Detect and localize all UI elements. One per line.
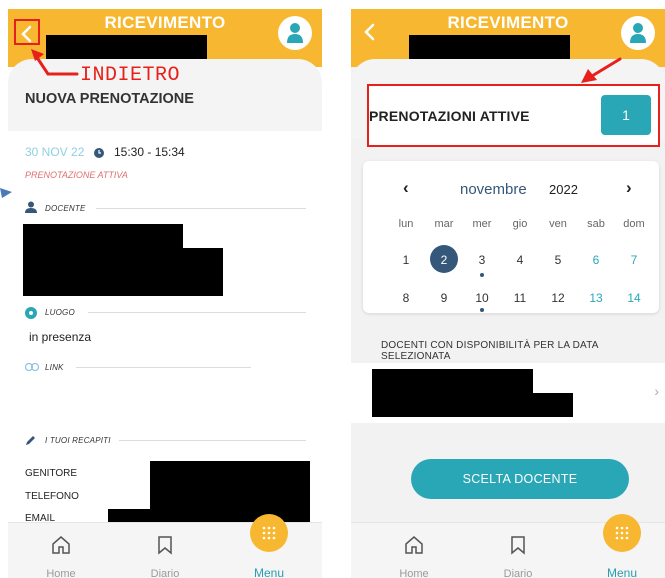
calendar-day[interactable]: 11 [502, 291, 538, 305]
docente-label: DOCENTE [45, 204, 86, 213]
nav-menu[interactable]: Menu [582, 514, 662, 578]
nav-home-label: Home [46, 568, 76, 578]
nav-home[interactable]: Home [374, 522, 454, 578]
header-title: RICEVIMENTO [104, 13, 226, 32]
calendar-day[interactable]: 13 [578, 291, 614, 305]
calendar-day[interactable]: 9 [426, 291, 462, 305]
redacted-teacher-3 [23, 272, 223, 296]
menu-grid-icon [262, 526, 276, 540]
weekday-mer: mer [472, 218, 492, 230]
booking-time: 15:30 - 15:34 [114, 145, 185, 159]
annotation-indietro: INDIETRO [80, 64, 181, 87]
calendar-day[interactable]: 5 [540, 253, 576, 267]
profile-button[interactable] [278, 16, 312, 50]
link-label: LINK [45, 363, 64, 372]
scelta-docente-button[interactable]: SCELTA DOCENTE [411, 459, 629, 499]
calendar-prev-button[interactable]: ‹ [403, 178, 409, 198]
divider [96, 208, 306, 209]
nav-diario-label: Diario [503, 568, 533, 578]
calendar-day[interactable]: 4 [502, 253, 538, 267]
redacted-telefono [150, 485, 310, 509]
pencil-icon [26, 436, 35, 445]
redacted-name [409, 35, 570, 60]
calendar-day[interactable]: 6 [578, 253, 614, 267]
weekday-dom: dom [623, 218, 645, 230]
docenti-availability-label: DOCENTI CON DISPONIBILITÀ PER LA DATA SE… [381, 340, 599, 362]
redacted-genitore [150, 461, 310, 485]
weekday-ven: ven [549, 218, 567, 230]
bottom-nav: Home Diario Menu [351, 514, 665, 578]
weekday-sab: sab [587, 218, 605, 230]
redacted-teacher-1 [23, 224, 183, 248]
divider [88, 312, 306, 313]
event-dot [480, 273, 484, 277]
calendar-day[interactable]: 3 [464, 253, 500, 267]
weekday-mar: mar [434, 218, 454, 230]
weekday-lun: lun [398, 218, 414, 230]
calendar-day[interactable]: 14 [616, 291, 652, 305]
menu-circle [250, 514, 288, 552]
redacted-teacher-2 [372, 393, 573, 417]
bookmark-icon [511, 536, 525, 555]
recapiti-row-telefono: TELEFONO [25, 491, 79, 502]
profile-button[interactable] [621, 16, 655, 50]
recapiti-label: I TUOI RECAPITI [45, 436, 111, 445]
home-icon [405, 536, 423, 554]
prenotazioni-label: PRENOTAZIONI ATTIVE [369, 108, 530, 124]
divider [76, 367, 251, 368]
link-icon [25, 363, 39, 371]
luogo-value: in presenza [29, 330, 92, 344]
recapiti-row-genitore: GENITORE [25, 468, 78, 479]
left-phone-screen: RICEVIMENTO NUOVA PRENOTAZIONE 30 NOV 22… [8, 9, 322, 578]
page-title: NUOVA PRENOTAZIONE [25, 91, 194, 107]
calendar-day[interactable]: 12 [540, 291, 576, 305]
location-icon [25, 307, 37, 319]
calendar-day-selected[interactable]: 2 [426, 253, 462, 267]
bookmark-icon [158, 536, 172, 555]
booking-date: 30 NOV 22 [25, 145, 85, 159]
nav-menu[interactable]: Menu [229, 514, 309, 578]
user-icon [630, 23, 646, 43]
calendar-day[interactable]: 7 [616, 253, 652, 267]
annotation-arrow-prenotazioni [581, 57, 622, 83]
right-phone-screen: RICEVIMENTO PRENOTAZIONI ATTIVE 1 ‹ nove… [351, 9, 665, 578]
nav-home-label: Home [399, 568, 429, 578]
redacted-teacher-2 [23, 248, 223, 272]
booking-status: PRENOTAZIONE ATTIVA [25, 170, 128, 180]
prenotazioni-count-badge[interactable]: 1 [601, 95, 651, 135]
nav-menu-label: Menu [606, 566, 638, 578]
clock-icon [94, 148, 104, 158]
chevron-right-icon: › [654, 383, 659, 399]
calendar-next-button[interactable]: › [626, 178, 632, 198]
calendar-month: novembre [460, 181, 527, 198]
pointer-arrow-icon [0, 188, 12, 198]
home-icon [52, 536, 70, 554]
nav-home[interactable]: Home [21, 522, 101, 578]
redacted-teacher-1 [372, 369, 533, 393]
calendar-day[interactable]: 10 [464, 291, 500, 305]
nav-diario-label: Diario [150, 568, 180, 578]
menu-circle [603, 514, 641, 552]
nav-diario[interactable]: Diario [478, 522, 558, 578]
bottom-nav: Home Diario Menu [8, 514, 322, 578]
nav-diario[interactable]: Diario [125, 522, 205, 578]
nav-menu-label: Menu [253, 566, 285, 578]
person-icon [25, 201, 37, 213]
calendar-day[interactable]: 1 [388, 253, 424, 267]
menu-grid-icon [615, 526, 629, 540]
luogo-label: LUOGO [45, 308, 75, 317]
calendar: ‹ novembre 2022 › lun mar mer gio ven sa… [363, 161, 659, 313]
annotation-arrow-back [31, 49, 79, 76]
screenshot-stage: RICEVIMENTO NUOVA PRENOTAZIONE 30 NOV 22… [0, 0, 665, 578]
calendar-day[interactable]: 8 [388, 291, 424, 305]
header-title: RICEVIMENTO [447, 13, 569, 32]
divider [119, 440, 306, 441]
user-icon [287, 23, 303, 43]
teacher-list-item[interactable] [351, 363, 665, 423]
weekday-gio: gio [512, 218, 528, 230]
calendar-year: 2022 [549, 182, 578, 197]
event-dot [480, 308, 484, 312]
